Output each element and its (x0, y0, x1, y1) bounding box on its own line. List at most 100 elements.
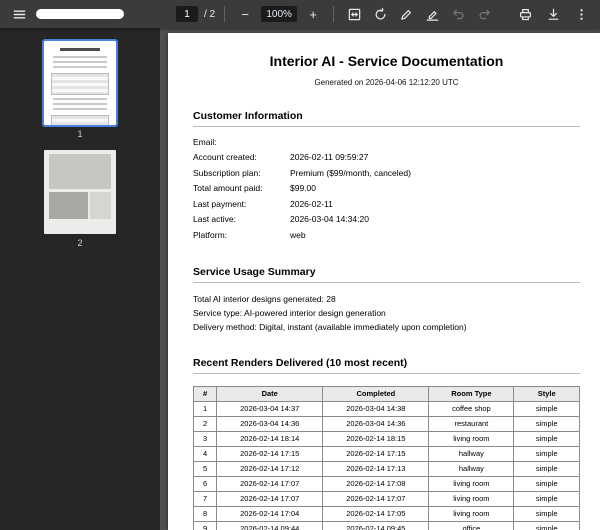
highlighter-icon (425, 7, 440, 22)
thumbnail-item-1: 1 (44, 41, 116, 139)
download-icon (546, 7, 561, 22)
document-subtitle: Generated on 2026-04-06 12:12:20 UTC (193, 78, 580, 87)
zoom-in-button[interactable]: + (302, 3, 324, 25)
info-field-row: Last active:2026-03-04 14:34:20 (193, 212, 580, 228)
menu-button[interactable] (8, 3, 30, 25)
table-cell: simple (514, 476, 580, 491)
redo-icon (477, 7, 492, 22)
renders-table-body: 12026-03-04 14:372026-03-04 14:38coffee … (194, 401, 580, 530)
thumbnail-sidebar: 1 2 (0, 28, 160, 530)
table-cell: restaurant (429, 416, 514, 431)
column-header: # (194, 386, 217, 401)
table-cell: simple (514, 491, 580, 506)
more-options-icon (574, 7, 589, 22)
column-header: Completed (323, 386, 429, 401)
thumbnail-preview-title (60, 48, 100, 51)
download-button[interactable] (542, 3, 564, 25)
undo-button[interactable] (447, 3, 469, 25)
table-cell: 2026-02-14 17:13 (323, 461, 429, 476)
table-cell: 2026-02-14 17:07 (217, 476, 323, 491)
usage-line: Delivery method: Digital, instant (avail… (193, 320, 580, 334)
table-cell: simple (514, 431, 580, 446)
table-cell: living room (429, 431, 514, 446)
field-label: Subscription plan: (193, 168, 290, 178)
more-options-button[interactable] (570, 3, 592, 25)
pdf-toolbar: 1 / 2 − 100% + (0, 0, 600, 28)
table-cell: 1 (194, 401, 217, 416)
field-label: Total amount paid: (193, 183, 290, 193)
thumbnail-preview-image (90, 192, 111, 219)
info-field-row: Email: (193, 134, 580, 150)
toolbar-actions (514, 3, 592, 25)
rotate-icon (373, 7, 388, 22)
table-cell: 2 (194, 416, 217, 431)
table-row: 62026-02-14 17:072026-02-14 17:08living … (194, 476, 580, 491)
section-heading-renders: Recent Renders Delivered (10 most recent… (193, 357, 580, 374)
table-cell: simple (514, 521, 580, 530)
zoom-controls: − 100% + (234, 3, 324, 25)
info-field-row: Subscription plan:Premium ($99/month, ca… (193, 165, 580, 181)
table-cell: 4 (194, 446, 217, 461)
renders-table-header-row: #DateCompletedRoom TypeStyle (194, 386, 580, 401)
table-row: 52026-02-14 17:122026-02-14 17:13hallway… (194, 461, 580, 476)
page-thumbnail-2[interactable] (44, 150, 116, 234)
table-cell: 6 (194, 476, 217, 491)
info-field-row: Account created:2026-02-11 09:59:27 (193, 150, 580, 166)
table-cell: 2026-02-14 17:04 (217, 506, 323, 521)
rotate-button[interactable] (369, 3, 391, 25)
table-cell: 2026-02-14 17:08 (323, 476, 429, 491)
toolbar-divider (224, 6, 225, 22)
table-cell: simple (514, 416, 580, 431)
document-viewer[interactable]: Interior AI - Service Documentation Gene… (160, 28, 600, 530)
table-cell: 2026-02-14 09:44 (217, 521, 323, 530)
table-cell: 2026-02-14 17:15 (323, 446, 429, 461)
table-cell: 2026-03-04 14:36 (217, 416, 323, 431)
table-cell: 9 (194, 521, 217, 530)
table-cell: living room (429, 491, 514, 506)
thumbnail-page-label: 2 (77, 238, 82, 248)
page-thumbnail-1[interactable] (44, 41, 116, 125)
info-field-row: Platform:web (193, 227, 580, 243)
table-row: 22026-03-04 14:362026-03-04 14:36restaur… (194, 416, 580, 431)
thumbnail-preview-text (53, 98, 107, 112)
toolbar-divider (333, 6, 334, 22)
redo-button[interactable] (473, 3, 495, 25)
info-field-row: Last payment:2026-02-11 (193, 196, 580, 212)
table-row: 32026-02-14 18:142026-02-14 18:15living … (194, 431, 580, 446)
fit-page-button[interactable] (343, 3, 365, 25)
table-cell: 7 (194, 491, 217, 506)
renders-table: #DateCompletedRoom TypeStyle 12026-03-04… (193, 386, 580, 530)
field-value: 2026-02-11 09:59:27 (290, 152, 580, 162)
thumbnail-page-label: 1 (77, 129, 82, 139)
view-tools (343, 3, 495, 25)
print-button[interactable] (514, 3, 536, 25)
column-header: Room Type (429, 386, 514, 401)
field-label: Last payment: (193, 199, 290, 209)
usage-line: Total AI interior designs generated: 28 (193, 292, 580, 306)
table-cell: simple (514, 446, 580, 461)
thumbnail-preview-table (51, 73, 109, 95)
undo-icon (451, 7, 466, 22)
highlighter-button[interactable] (421, 3, 443, 25)
table-row: 72026-02-14 17:072026-02-14 17:07living … (194, 491, 580, 506)
table-cell: office (429, 521, 514, 530)
document-filename (36, 9, 124, 19)
annotate-pen-button[interactable] (395, 3, 417, 25)
page-total-label: / 2 (204, 9, 215, 20)
page-number-input[interactable]: 1 (176, 6, 198, 22)
table-cell: living room (429, 506, 514, 521)
table-row: 12026-03-04 14:372026-03-04 14:38coffee … (194, 401, 580, 416)
table-cell: 2026-02-14 17:07 (323, 491, 429, 506)
table-cell: 2026-02-14 18:15 (323, 431, 429, 446)
field-value: 2026-02-11 (290, 199, 580, 209)
page-navigation: 1 / 2 (176, 6, 215, 22)
field-value: Premium ($99/month, canceled) (290, 168, 580, 178)
field-value: $99.00 (290, 183, 580, 193)
field-label: Platform: (193, 230, 290, 240)
pdf-page-1: Interior AI - Service Documentation Gene… (168, 33, 600, 530)
zoom-level-select[interactable]: 100% (261, 6, 297, 22)
viewer-body: 1 2 Interior AI - Service Documentation … (0, 28, 600, 530)
table-cell: simple (514, 506, 580, 521)
table-cell: hallway (429, 461, 514, 476)
zoom-out-button[interactable]: − (234, 3, 256, 25)
